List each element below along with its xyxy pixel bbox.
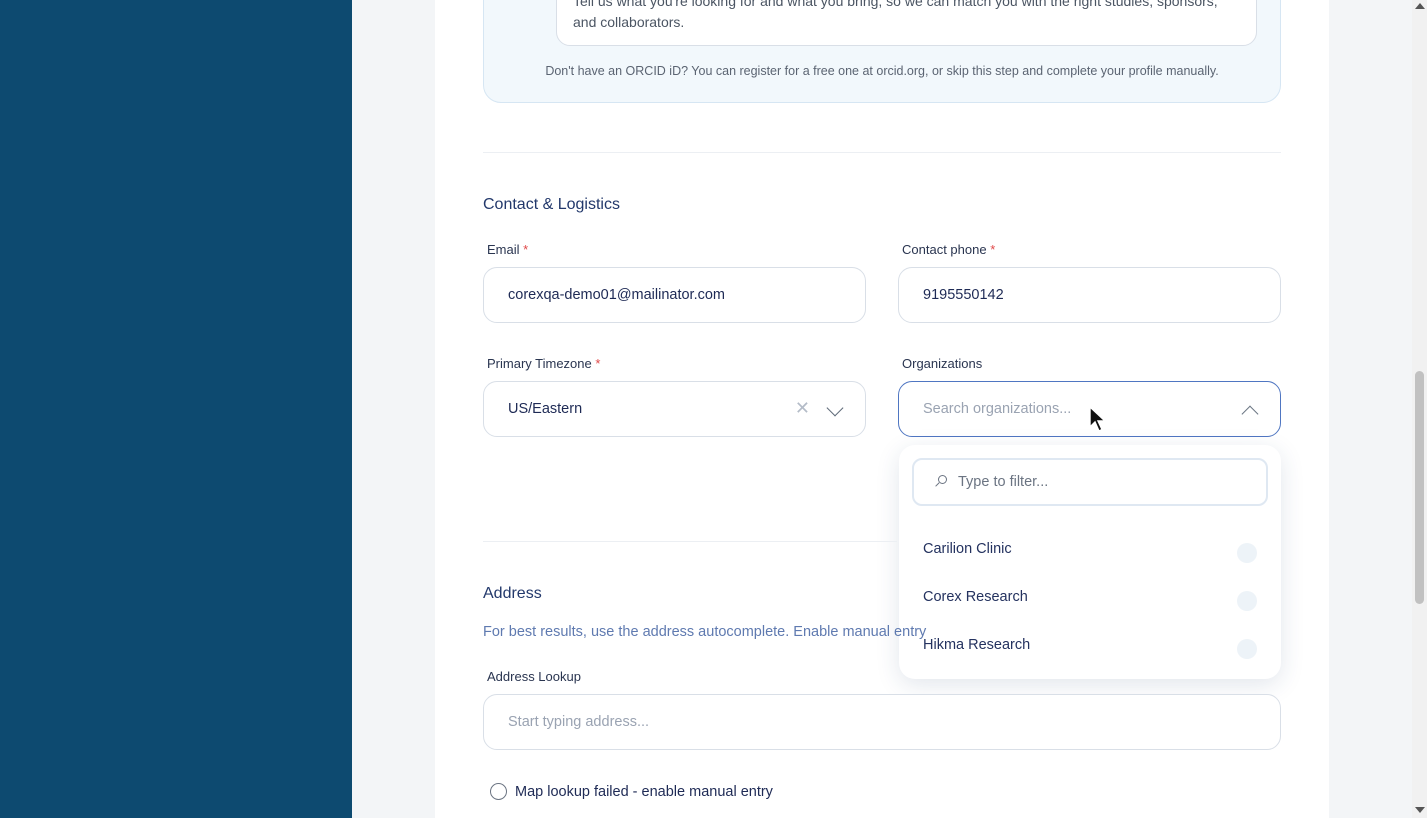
phone-field[interactable]: 9195550142 [898,267,1281,323]
scroll-up-icon[interactable] [1415,3,1425,9]
contact-section-title: Contact & Logistics [483,196,620,213]
section-divider [483,152,1281,153]
section-divider [483,541,897,542]
scroll-down-icon[interactable] [1415,807,1425,813]
email-value: corexqa-demo01@mailinator.com [508,287,726,303]
email-label: Email * [487,242,529,257]
filter-placeholder: Type to filter... [958,474,1049,490]
scrollbar-thumb[interactable] [1415,371,1424,604]
phone-value: 9195550142 [923,287,1004,303]
phone-label: Contact phone * [902,242,996,257]
bio-textarea[interactable]: Tell us what you're looking for and what… [556,0,1257,46]
manual-entry-checkbox[interactable] [490,783,507,800]
option-radio[interactable] [1237,591,1257,611]
address-hint: For best results, use the address autoco… [483,624,927,640]
option-radio[interactable] [1237,639,1257,659]
timezone-value: US/Eastern [508,401,583,417]
search-icon [934,475,948,489]
required-mark: * [523,242,529,257]
dropdown-option-hikma-research[interactable]: Hikma Research [923,637,1263,661]
bio-text: Tell us what you're looking for and what… [573,0,1218,30]
option-radio[interactable] [1237,543,1257,563]
organizations-label: Organizations [902,356,983,371]
mouse-cursor-icon [1089,406,1107,432]
timezone-select[interactable]: US/Eastern ✕ [483,381,866,437]
required-mark: * [990,242,996,257]
timezone-label: Primary Timezone * [487,356,601,371]
required-mark: * [595,356,601,371]
organization-filter-input[interactable]: Type to filter... [912,458,1268,506]
manual-entry-checkbox-row[interactable]: Map lookup failed - enable manual entry [490,783,773,800]
dropdown-option-corex-research[interactable]: Corex Research [923,589,1263,613]
address-lookup-placeholder: Start typing address... [508,714,650,730]
manual-entry-label: Map lookup failed - enable manual entry [515,783,773,800]
address-lookup-label: Address Lookup [487,669,581,684]
address-lookup-input[interactable]: Start typing address... [483,694,1281,750]
organizations-placeholder: Search organizations... [923,401,1072,417]
address-section-title: Address [483,585,542,602]
dropdown-option-carilion-clinic[interactable]: Carilion Clinic [923,541,1263,565]
orcid-help-note: Don't have an ORCID iD? You can register… [545,64,1219,78]
chevron-down-icon[interactable] [826,399,844,417]
sidebar [0,0,352,818]
email-field[interactable]: corexqa-demo01@mailinator.com [483,267,866,323]
chevron-up-icon[interactable] [1241,405,1259,423]
close-icon[interactable]: ✕ [795,398,810,419]
